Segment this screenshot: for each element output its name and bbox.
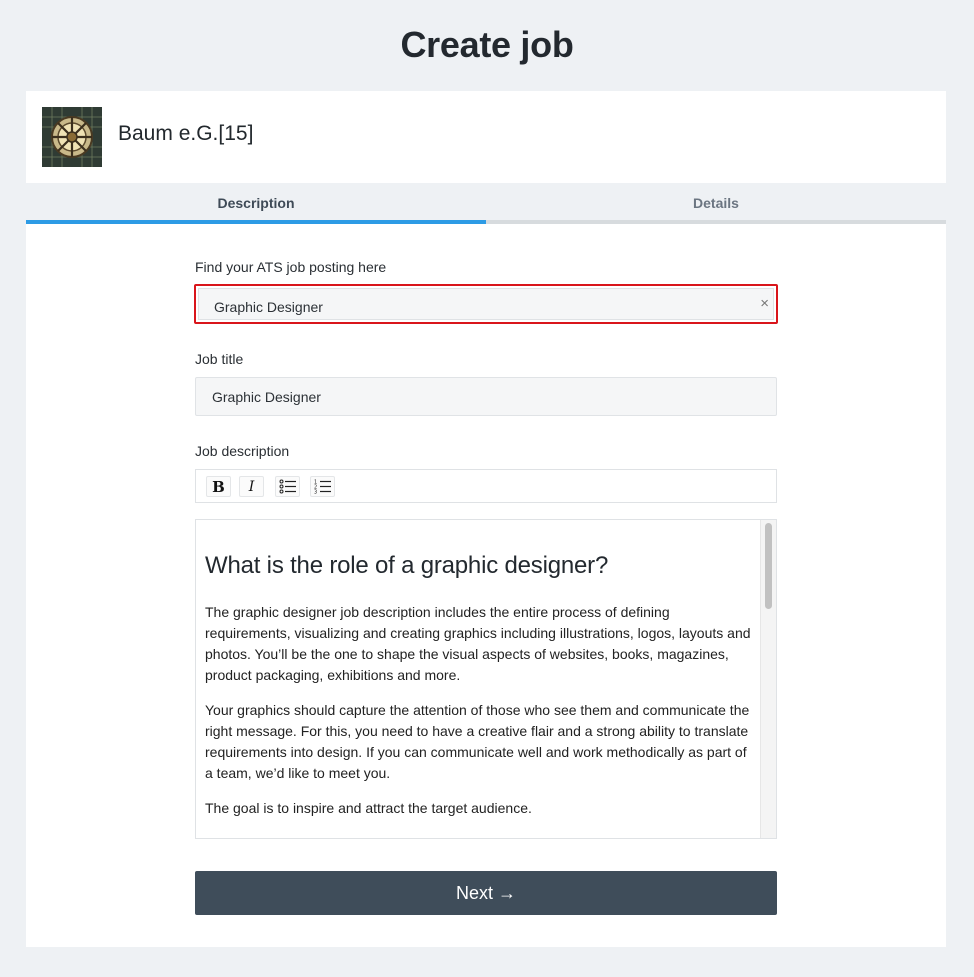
next-button[interactable]: Next → bbox=[195, 871, 777, 915]
editor-heading: What is the role of a graphic designer? bbox=[205, 552, 609, 579]
editor-scrollbar[interactable] bbox=[760, 520, 776, 838]
ats-search-field[interactable]: Graphic Designer × bbox=[194, 284, 778, 324]
tab-description[interactable]: Description bbox=[26, 183, 486, 224]
editor-toolbar: B I 123 bbox=[195, 469, 777, 503]
svg-text:3: 3 bbox=[314, 490, 317, 495]
job-description-editor[interactable]: What is the role of a graphic designer? … bbox=[195, 519, 777, 839]
company-name: Baum e.G.[15] bbox=[118, 122, 254, 145]
clear-icon[interactable]: × bbox=[760, 296, 769, 311]
editor-paragraph: The graphic designer job description inc… bbox=[205, 604, 751, 683]
italic-button[interactable]: I bbox=[239, 476, 264, 497]
page-title: Create job bbox=[400, 24, 574, 65]
form-panel: Find your ATS job posting here Graphic D… bbox=[26, 224, 946, 947]
stained-glass-dome-logo bbox=[42, 107, 102, 167]
ats-search-input[interactable]: Graphic Designer × bbox=[198, 288, 774, 320]
tab-details[interactable]: Details bbox=[486, 183, 946, 224]
bold-button[interactable]: B bbox=[206, 476, 231, 497]
editor-content[interactable]: What is the role of a graphic designer? … bbox=[205, 552, 755, 833]
tab-bar: Description Details bbox=[26, 183, 946, 224]
job-description-label: Job description bbox=[195, 443, 290, 459]
ats-search-value: Graphic Designer bbox=[214, 299, 323, 315]
bullet-list-button[interactable] bbox=[275, 476, 300, 497]
numbered-list-button[interactable]: 123 bbox=[310, 476, 335, 497]
bullet-list-icon bbox=[279, 479, 296, 494]
numbered-list-icon: 123 bbox=[314, 480, 331, 495]
editor-paragraph: Your graphics should capture the attenti… bbox=[205, 702, 750, 781]
job-title-label: Job title bbox=[195, 351, 244, 367]
editor-paragraph: The goal is to inspire and attract the t… bbox=[205, 800, 532, 816]
job-title-input[interactable]: Graphic Designer bbox=[195, 377, 777, 416]
scrollbar-thumb[interactable] bbox=[765, 523, 772, 609]
job-title-value: Graphic Designer bbox=[212, 389, 321, 405]
company-card: Baum e.G.[15] bbox=[26, 91, 946, 183]
ats-search-label: Find your ATS job posting here bbox=[195, 259, 387, 275]
